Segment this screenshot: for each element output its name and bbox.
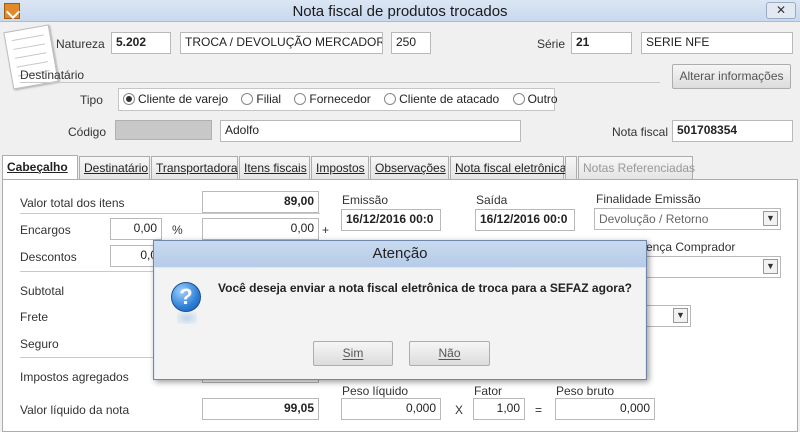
tab-blank bbox=[565, 156, 577, 179]
radio-icon bbox=[512, 93, 525, 105]
nao-button[interactable]: Não bbox=[409, 341, 490, 366]
peso-bruto-field[interactable]: 0,000 bbox=[555, 398, 655, 420]
multiply-symbol: X bbox=[455, 403, 464, 417]
seguro-label: Seguro bbox=[20, 337, 59, 351]
radio-icon bbox=[384, 93, 397, 105]
sim-button[interactable]: Sim bbox=[313, 341, 393, 366]
plus-symbol: + bbox=[322, 223, 330, 237]
codigo-field[interactable] bbox=[115, 120, 212, 140]
tipo-option-fornecedor[interactable]: Fornecedor bbox=[294, 92, 371, 106]
subtotal-label: Subtotal bbox=[20, 284, 65, 298]
descontos-label: Descontos bbox=[20, 250, 77, 264]
encargos-value-field[interactable]: 0,00 bbox=[202, 218, 319, 240]
tab-cabecalho[interactable]: Cabeçalho bbox=[2, 155, 78, 180]
natureza-code-field[interactable]: 5.202 bbox=[111, 32, 171, 54]
destinatario-name-field[interactable]: Adolfo bbox=[220, 120, 521, 142]
confirmation-dialog: Atenção ? Você deseja enviar a nota fisc… bbox=[153, 240, 647, 380]
tipo-option-atacado[interactable]: Cliente de atacado bbox=[384, 92, 499, 106]
chevron-down-icon: ▼ bbox=[763, 259, 778, 274]
serie-desc-field[interactable]: SERIE NFE bbox=[641, 32, 793, 54]
question-icon-shadow bbox=[177, 312, 197, 324]
radio-selected-icon bbox=[123, 93, 135, 105]
question-icon: ? bbox=[171, 282, 201, 312]
emissao-label: Emissão bbox=[342, 193, 389, 207]
window-title: Nota fiscal de produtos trocados bbox=[292, 3, 508, 20]
radio-icon bbox=[241, 93, 254, 105]
peso-liquido-field[interactable]: 0,000 bbox=[341, 398, 441, 420]
tipo-option-filial[interactable]: Filial bbox=[241, 92, 281, 106]
tab-itens-fiscais[interactable]: Itens fiscais bbox=[239, 156, 310, 179]
serie-label: Série bbox=[537, 37, 566, 51]
destinatario-group-label: Destinatário bbox=[20, 68, 85, 82]
finalidade-dropdown[interactable]: Devolução / Retorno ▼ bbox=[594, 208, 781, 230]
tipo-option-outro[interactable]: Outro bbox=[512, 92, 558, 106]
tipo-label: Tipo bbox=[80, 93, 103, 107]
serie-code-field[interactable]: 21 bbox=[571, 32, 632, 54]
presenca-comprador-dropdown[interactable]: ▼ bbox=[646, 256, 781, 278]
natureza-label: Natureza bbox=[56, 37, 105, 51]
alterar-informacoes-button[interactable]: Alterar informações bbox=[672, 64, 791, 89]
close-button[interactable]: ✕ bbox=[766, 2, 796, 19]
tab-nota-fiscal-eletronica[interactable]: Nota fiscal eletrônica bbox=[450, 156, 566, 179]
emissao-field[interactable]: 16/12/2016 00:0 bbox=[341, 209, 441, 231]
peso-bruto-label: Peso bruto bbox=[556, 384, 615, 398]
tipo-radio-group: Cliente de varejo Filial Fornecedor Clie… bbox=[118, 88, 558, 111]
presenca-comprador-label: ença Comprador bbox=[646, 240, 736, 254]
chevron-down-icon: ▼ bbox=[673, 308, 688, 323]
codigo-label: Código bbox=[68, 125, 107, 139]
chevron-down-icon: ▼ bbox=[763, 211, 778, 226]
equals-symbol: = bbox=[535, 403, 543, 417]
valor-total-divider bbox=[20, 213, 320, 214]
encargos-pct-field[interactable]: 0,00 bbox=[110, 218, 162, 240]
tab-notas-referenciadas: Notas Referenciadas bbox=[578, 156, 695, 179]
radio-icon bbox=[294, 93, 307, 105]
valor-total-field[interactable]: 89,00 bbox=[202, 191, 319, 213]
impostos-agregados-label: Impostos agregados bbox=[20, 370, 129, 384]
tab-observacoes[interactable]: Observações bbox=[370, 156, 449, 179]
tab-destinatario[interactable]: Destinatário bbox=[79, 156, 150, 179]
encargos-label: Encargos bbox=[20, 223, 71, 237]
tab-transportadora[interactable]: Transportadora bbox=[151, 156, 238, 179]
valor-total-label: Valor total dos itens bbox=[20, 196, 125, 210]
finalidade-label: Finalidade Emissão bbox=[596, 192, 701, 206]
saida-label: Saída bbox=[476, 193, 508, 207]
natureza-desc-field[interactable]: TROCA / DEVOLUÇÃO MERCADORIA bbox=[180, 32, 383, 54]
peso-liquido-label: Peso líquido bbox=[342, 384, 409, 398]
frete-label: Frete bbox=[20, 310, 49, 324]
title-bar: Nota fiscal de produtos trocados ✕ bbox=[0, 0, 800, 22]
saida-field[interactable]: 16/12/2016 00:0 bbox=[475, 209, 575, 231]
valor-liquido-label: Valor líquido da nota bbox=[20, 403, 130, 417]
third-dropdown[interactable]: ▼ bbox=[646, 305, 691, 327]
nota-fiscal-field[interactable]: 501708354 bbox=[672, 120, 793, 142]
dialog-body: ? Você deseja enviar a nota fiscal eletr… bbox=[155, 268, 645, 379]
tipo-option-varejo[interactable]: Cliente de varejo bbox=[123, 92, 228, 106]
valor-liquido-field[interactable]: 99,05 bbox=[202, 398, 319, 420]
fator-field[interactable]: 1,00 bbox=[473, 398, 525, 420]
dialog-message: Você deseja enviar a nota fiscal eletrôn… bbox=[218, 281, 632, 295]
dialog-title: Atenção bbox=[154, 241, 646, 267]
natureza-num-field[interactable]: 250 bbox=[391, 32, 431, 54]
tab-impostos[interactable]: Impostos bbox=[311, 156, 369, 179]
fator-label: Fator bbox=[474, 384, 503, 398]
percent-symbol: % bbox=[172, 223, 183, 237]
destinatario-divider bbox=[20, 82, 660, 83]
nota-fiscal-label: Nota fiscal bbox=[612, 125, 669, 139]
